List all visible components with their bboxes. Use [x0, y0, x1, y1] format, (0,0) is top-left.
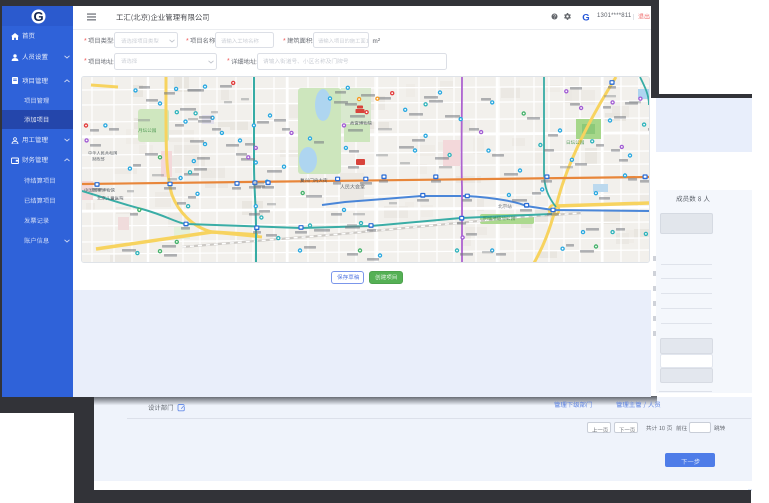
svg-text:G: G [582, 12, 589, 21]
svg-text:?: ? [553, 14, 556, 20]
svg-text:G: G [33, 9, 43, 24]
